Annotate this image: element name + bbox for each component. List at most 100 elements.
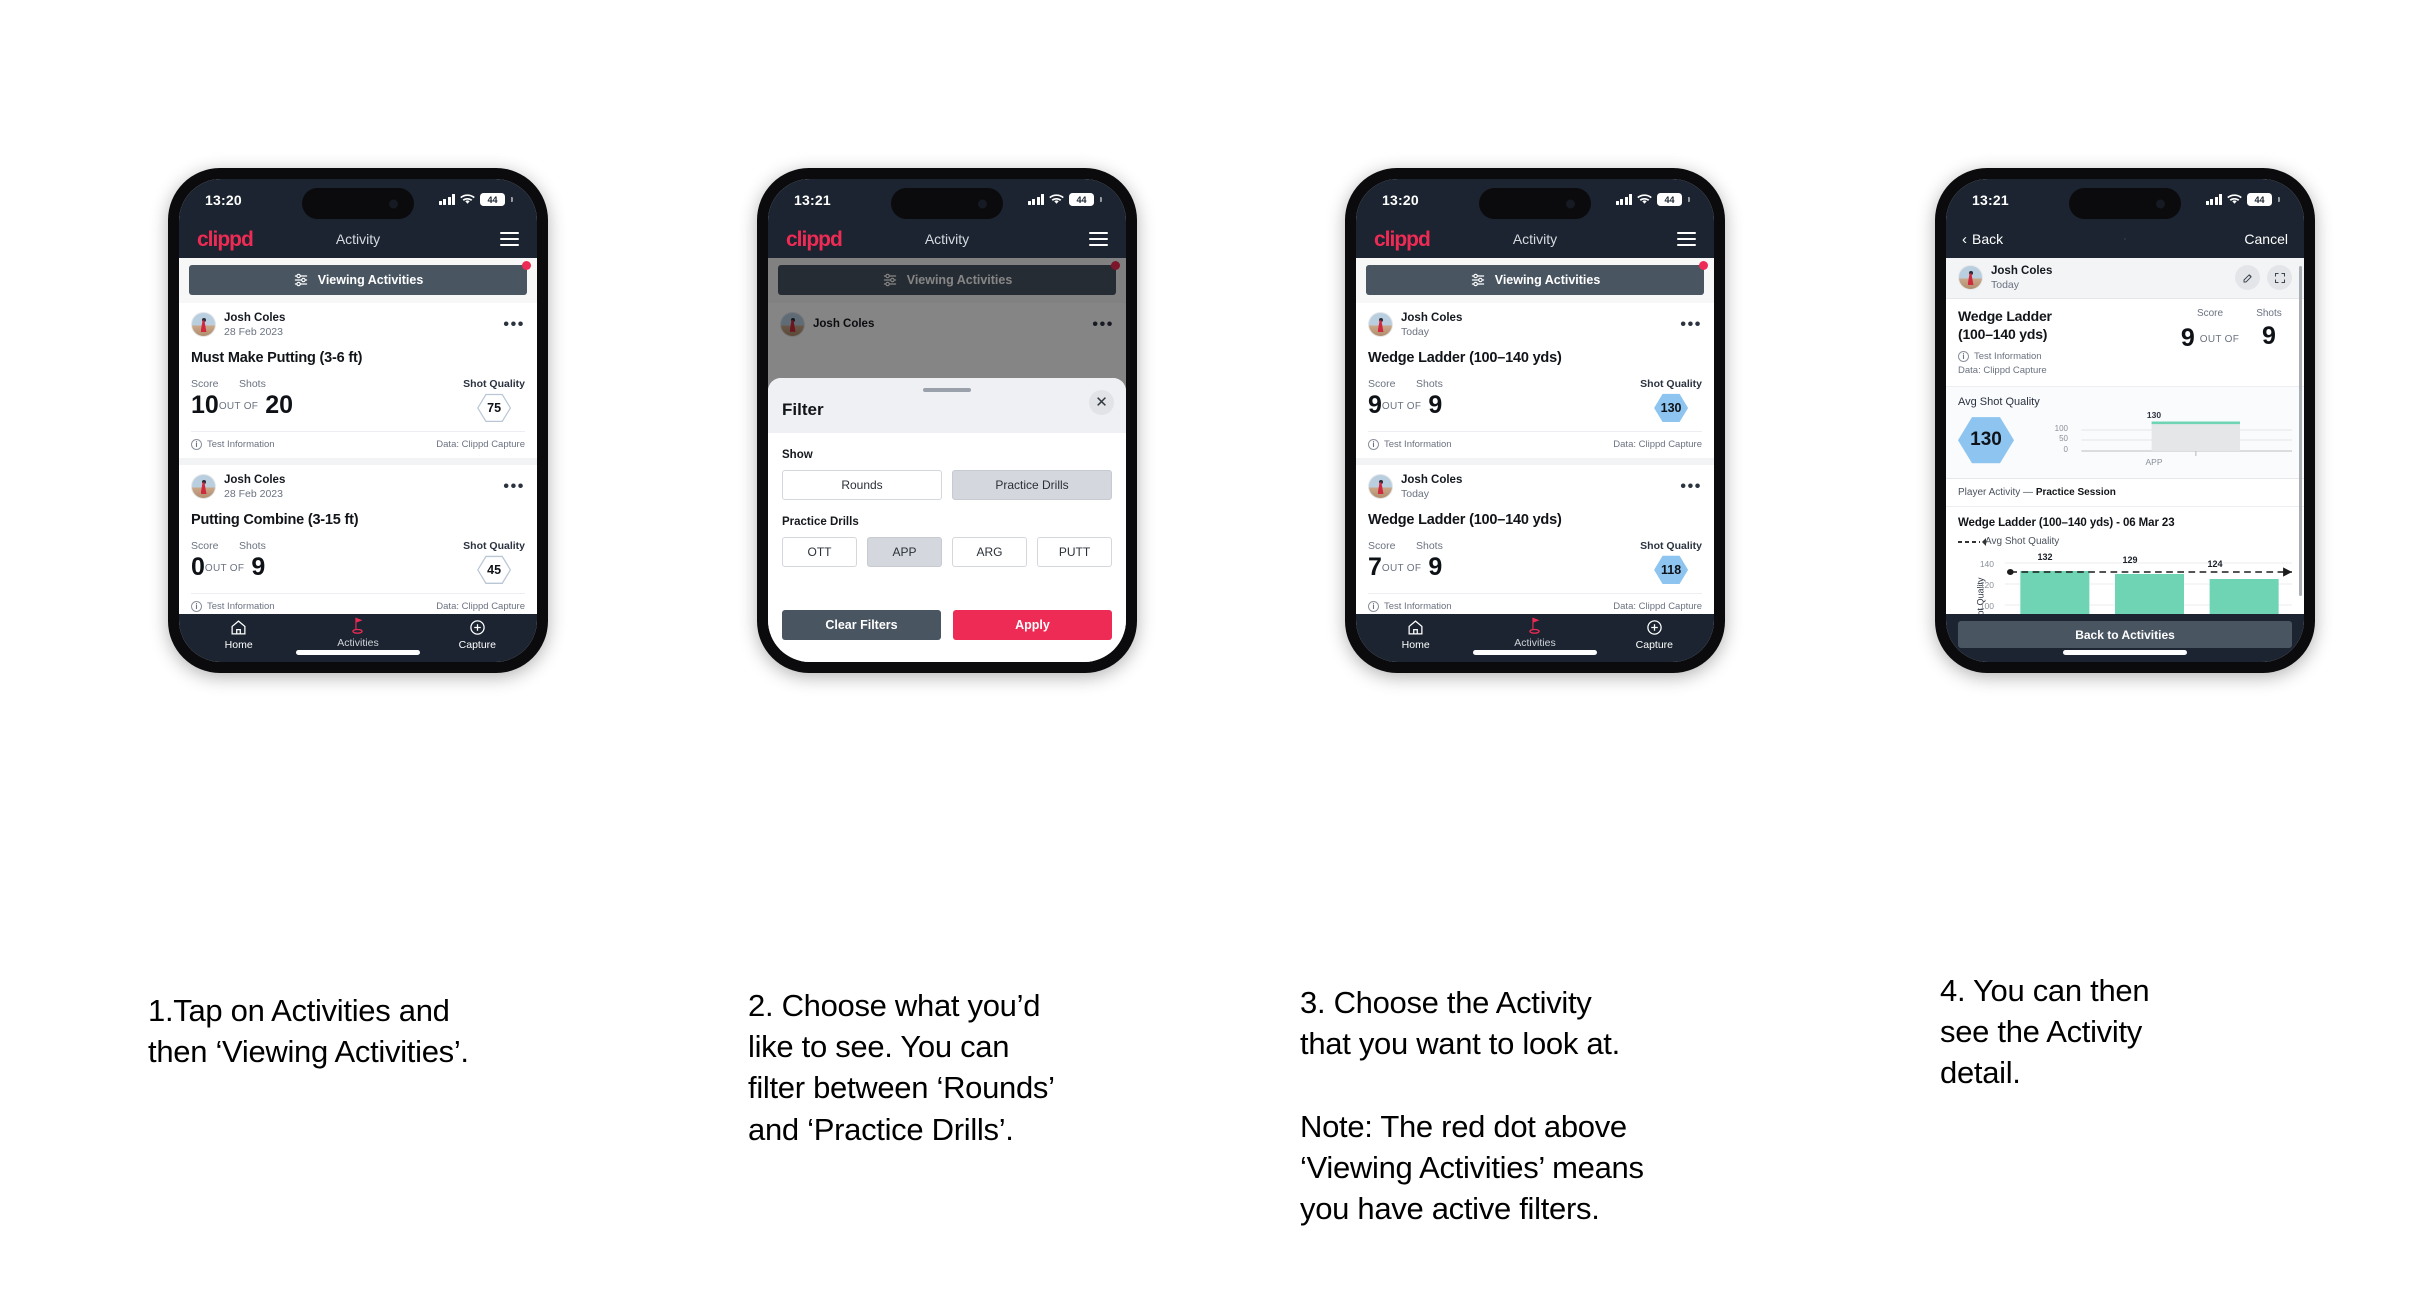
expand-fullscreen-icon[interactable]	[2267, 265, 2292, 291]
score-value: 7	[1368, 552, 1382, 581]
viewing-activities-button[interactable]: Viewing Activities	[189, 265, 527, 295]
out-of-label: OUT OF	[204, 563, 245, 575]
data-source-label: Data: Clippd Capture	[1613, 600, 1702, 612]
bar-label-1: 132	[2037, 552, 2053, 563]
hamburger-menu-icon[interactable]	[1677, 231, 1696, 247]
player-activity-value: Practice Session	[2035, 487, 2116, 499]
tab-capture[interactable]: Capture	[418, 618, 537, 651]
tab-home[interactable]: Home	[1356, 618, 1475, 651]
shot-quality-hexagon: 75	[477, 393, 512, 423]
back-to-activities-button[interactable]: Back to Activities	[1958, 621, 2292, 648]
detail-test-information: i Test Information	[1958, 351, 2174, 363]
avg-shot-quality-value: 130	[1970, 429, 2002, 451]
golf-flag-icon	[1475, 616, 1594, 635]
card-user-name: Josh Coles	[1401, 473, 1463, 486]
card-overflow-menu-icon[interactable]: •••	[1680, 317, 1702, 332]
info-icon: i	[191, 438, 202, 450]
detail-shots-label: Shots	[2256, 307, 2282, 319]
status-time: 13:20	[1382, 191, 1419, 208]
mini-chart-ytick-100: 100	[2054, 424, 2068, 434]
home-indicator	[1473, 650, 1597, 655]
clippd-logo: clippd	[786, 227, 843, 251]
shots-value: 9	[1428, 390, 1443, 419]
drill-options: OTT APP ARG PUTT	[782, 537, 1112, 567]
data-source-label: Data: Clippd Capture	[1613, 438, 1702, 450]
chip-label: OTT	[807, 545, 832, 559]
filter-chip-arg[interactable]: ARG	[952, 537, 1027, 567]
card-overflow-menu-icon[interactable]: •••	[503, 479, 525, 494]
show-section-label: Show	[782, 449, 813, 461]
shots-value: 20	[265, 390, 294, 419]
scroll-area: Viewing Activities Josh Coles ••• Filter…	[768, 258, 1126, 662]
plus-circle-icon	[1595, 618, 1714, 637]
filter-chip-putt[interactable]: PUTT	[1037, 537, 1112, 567]
filter-sheet-title: Filter	[782, 400, 824, 419]
tab-activities[interactable]: Activities	[1475, 616, 1594, 653]
apply-button[interactable]: Apply	[953, 610, 1112, 640]
activity-card[interactable]: Josh Coles Today ••• Wedge Ladder (100–1…	[1356, 464, 1714, 614]
sliders-icon	[294, 273, 307, 287]
golf-flag-icon	[298, 616, 417, 635]
filter-chip-rounds[interactable]: Rounds	[782, 470, 942, 500]
avg-shot-quality-label: Avg Shot Quality	[1958, 396, 2040, 409]
shot-quality-label: Shot Quality	[1640, 377, 1702, 390]
cancel-button[interactable]: Cancel	[2244, 231, 2288, 247]
app-header: clippd Activity	[768, 220, 1126, 258]
viewing-activities-button[interactable]: Viewing Activities	[1366, 265, 1704, 295]
caption-step-3: 3. Choose the Activity that you want to …	[1300, 985, 1644, 1227]
shots-value: 9	[1428, 552, 1443, 581]
close-icon[interactable]: ✕	[1089, 390, 1114, 415]
back-button[interactable]: ‹ Back	[1962, 231, 2003, 247]
card-overflow-menu-icon[interactable]: •••	[503, 317, 525, 332]
avatar	[191, 312, 216, 338]
shot-quality-value: 130	[1660, 400, 1682, 415]
test-information-label: Test Information	[207, 600, 275, 612]
status-time: 13:21	[794, 191, 831, 208]
bar-label-2: 129	[2122, 555, 2138, 566]
hamburger-menu-icon[interactable]	[500, 231, 519, 247]
clear-filters-button[interactable]: Clear Filters	[782, 610, 941, 640]
card-separator	[179, 457, 537, 465]
card-date: 28 Feb 2023	[224, 325, 283, 338]
filter-chip-practice-drills[interactable]: Practice Drills	[952, 470, 1112, 500]
show-options: Rounds Practice Drills	[782, 470, 1112, 500]
score-value: 9	[1368, 390, 1382, 419]
pencil-edit-icon[interactable]	[2235, 265, 2260, 291]
status-time: 13:20	[205, 191, 242, 208]
home-indicator	[2063, 650, 2187, 655]
sheet-drag-handle[interactable]	[923, 388, 971, 392]
hamburger-menu-icon[interactable]	[1089, 231, 1108, 247]
detail-nav-bar: ‹ Back · Cancel	[1946, 220, 2304, 258]
app-header: clippd Activity	[1356, 220, 1714, 258]
caption-step-4: 4. You can then see the Activity detail.	[1940, 973, 2150, 1091]
filter-chip-ott[interactable]: OTT	[782, 537, 857, 567]
activity-card[interactable]: Josh Coles 28 Feb 2023 ••• Putting Combi…	[179, 464, 537, 614]
tab-activities[interactable]: Activities	[298, 616, 417, 653]
tab-home-label: Home	[1401, 638, 1430, 651]
detail-user-header: Josh Coles Today	[1946, 258, 2304, 299]
card-overflow-menu-icon[interactable]: •••	[1680, 479, 1702, 494]
detail-user-name: Josh Coles	[1991, 265, 2053, 277]
tab-capture[interactable]: Capture	[1595, 618, 1714, 651]
test-information-label: Test Information	[207, 438, 275, 450]
activity-card[interactable]: Josh Coles 28 Feb 2023 ••• Must Make Put…	[179, 303, 537, 458]
phone-notch	[302, 188, 414, 219]
player-activity-line: Player Activity — Practice Session	[1946, 479, 2304, 508]
info-icon: i	[1368, 438, 1379, 450]
tab-home[interactable]: Home	[179, 618, 298, 651]
score-label: Score	[1368, 377, 1396, 390]
sliders-icon	[1471, 273, 1484, 287]
tab-activities-label: Activities	[337, 636, 379, 649]
chevron-left-icon: ‹	[1962, 230, 1967, 248]
out-of-label: OUT OF	[218, 401, 259, 413]
vertical-scrollbar[interactable]	[2299, 266, 2302, 596]
chart-title: Wedge Ladder (100–140 yds) - 06 Mar 23	[1958, 517, 2175, 530]
detail-title: Wedge Ladder (100–140 yds)	[1958, 307, 2052, 342]
card-user-name: Josh Coles	[224, 473, 286, 486]
card-date: 28 Feb 2023	[224, 487, 283, 500]
shot-quality-chart-section: Wedge Ladder (100–140 yds) - 06 Mar 23 A…	[1946, 507, 2304, 614]
app-header: clippd Activity	[179, 220, 537, 258]
avatar	[191, 474, 216, 500]
filter-chip-app[interactable]: APP	[867, 537, 942, 567]
activity-card[interactable]: Josh Coles Today ••• Wedge Ladder (100–1…	[1356, 303, 1714, 458]
